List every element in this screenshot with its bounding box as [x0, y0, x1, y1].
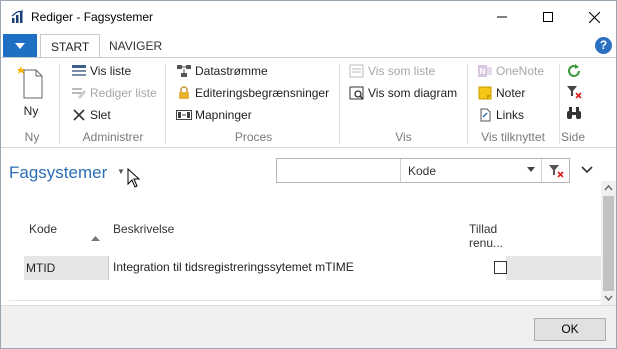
slet-button[interactable]: Slet: [71, 105, 111, 125]
scrollbar-thumb[interactable]: [603, 196, 614, 291]
dialog-window: Rediger - Fagsystemer START NAVIGER ? Ny: [0, 0, 617, 349]
clear-filter-button[interactable]: [545, 161, 567, 180]
table-row[interactable]: MTID Integration til tidsregistreringssy…: [24, 256, 601, 280]
chevron-down-icon: [15, 42, 25, 49]
help-icon[interactable]: ?: [595, 37, 612, 54]
column-header-beskrivelse[interactable]: Beskrivelse: [113, 222, 174, 236]
rediger-liste-button[interactable]: Rediger liste: [71, 83, 157, 103]
chevron-down-icon: [527, 167, 535, 172]
dataflow-icon: [176, 63, 192, 79]
collapse-chevron-icon[interactable]: [581, 163, 593, 177]
new-button[interactable]: Ny: [11, 64, 51, 124]
new-button-label: Ny: [23, 104, 39, 118]
dialog-footer: OK: [1, 305, 616, 348]
maximize-button[interactable]: [525, 1, 571, 33]
filter-bar: Kode: [276, 158, 570, 183]
find-binoculars-icon[interactable]: [565, 104, 583, 122]
filter-field-select[interactable]: Kode: [402, 159, 542, 182]
minimize-button[interactable]: [479, 1, 525, 33]
tillad-checkbox[interactable]: [494, 261, 507, 274]
search-input[interactable]: [277, 159, 401, 182]
lock-icon: [176, 85, 192, 101]
list-view-disabled-icon: [349, 63, 365, 79]
vis-som-diagram-button[interactable]: Vis som diagram: [349, 83, 457, 103]
ok-button[interactable]: OK: [534, 318, 606, 341]
mapninger-button[interactable]: Mapninger: [176, 105, 252, 125]
delete-x-icon: [71, 107, 87, 123]
sort-ascending-icon[interactable]: [91, 230, 100, 244]
ribbon-separator: [339, 64, 340, 144]
ribbon: Ny Ny Vis liste Rediger liste Slet Admin…: [1, 57, 616, 148]
application-menu-button[interactable]: [3, 34, 37, 57]
link-icon: [477, 107, 493, 123]
links-button[interactable]: Links: [477, 105, 524, 125]
title-bar: Rediger - Fagsystemer: [1, 1, 616, 33]
group-label-vis: Vis: [395, 130, 412, 144]
list-grid: Kode Beskrivelse Tillad renu... MTID Int…: [9, 206, 601, 301]
ribbon-separator: [59, 64, 60, 144]
group-label-administrer: Administrer: [82, 130, 144, 144]
mouse-cursor-icon: [127, 167, 141, 191]
column-header-tillad-line2[interactable]: renu...: [469, 236, 503, 250]
onenote-icon: N: [477, 63, 493, 79]
edit-list-icon: [71, 85, 87, 101]
svg-text:N: N: [480, 67, 486, 76]
scroll-down-arrow-icon: [604, 295, 613, 301]
note-icon: [477, 85, 493, 101]
ribbon-tab-row: START NAVIGER ?: [1, 34, 616, 58]
list-view-icon: [71, 63, 87, 79]
group-label-side: Side: [560, 130, 586, 144]
ribbon-separator: [165, 64, 166, 144]
title-dropdown-caret-icon[interactable]: ▼: [117, 167, 125, 176]
tab-naviger[interactable]: NAVIGER: [99, 34, 172, 58]
vis-liste-button[interactable]: Vis liste: [71, 61, 131, 81]
group-label-ny: Ny: [24, 130, 40, 144]
column-header-kode[interactable]: Kode: [29, 222, 57, 236]
mapping-icon: [176, 107, 192, 123]
editeringsbegraensninger-button[interactable]: Editeringsbegrænsninger: [176, 83, 329, 103]
onenote-button[interactable]: N OneNote: [477, 61, 544, 81]
app-chart-icon: [11, 10, 25, 24]
ribbon-separator: [467, 64, 468, 144]
vertical-scrollbar[interactable]: [601, 181, 616, 305]
page-title[interactable]: Fagsystemer: [9, 163, 107, 183]
close-button[interactable]: [571, 1, 617, 33]
clear-filter-icon[interactable]: [565, 83, 583, 101]
noter-button[interactable]: Noter: [477, 83, 525, 103]
group-label-proces: Proces: [234, 130, 273, 144]
vis-som-liste-button[interactable]: Vis som liste: [349, 61, 435, 81]
group-label-vis-tilknyttet: Vis tilknyttet: [481, 130, 545, 144]
new-document-icon: [17, 66, 43, 99]
refresh-icon[interactable]: [565, 62, 583, 80]
tab-start[interactable]: START: [40, 34, 101, 58]
cell-kode[interactable]: MTID: [26, 261, 55, 275]
clear-filter-icon: [549, 164, 564, 178]
chart-view-icon: [349, 85, 365, 101]
cell-beskrivelse[interactable]: Integration til tidsregistreringssytemet…: [108, 256, 506, 280]
column-header-tillad-line1[interactable]: Tillad: [469, 222, 497, 236]
datastromme-button[interactable]: Datastrømme: [176, 61, 268, 81]
scroll-up-arrow-icon: [604, 185, 613, 191]
window-title: Rediger - Fagsystemer: [31, 10, 154, 24]
